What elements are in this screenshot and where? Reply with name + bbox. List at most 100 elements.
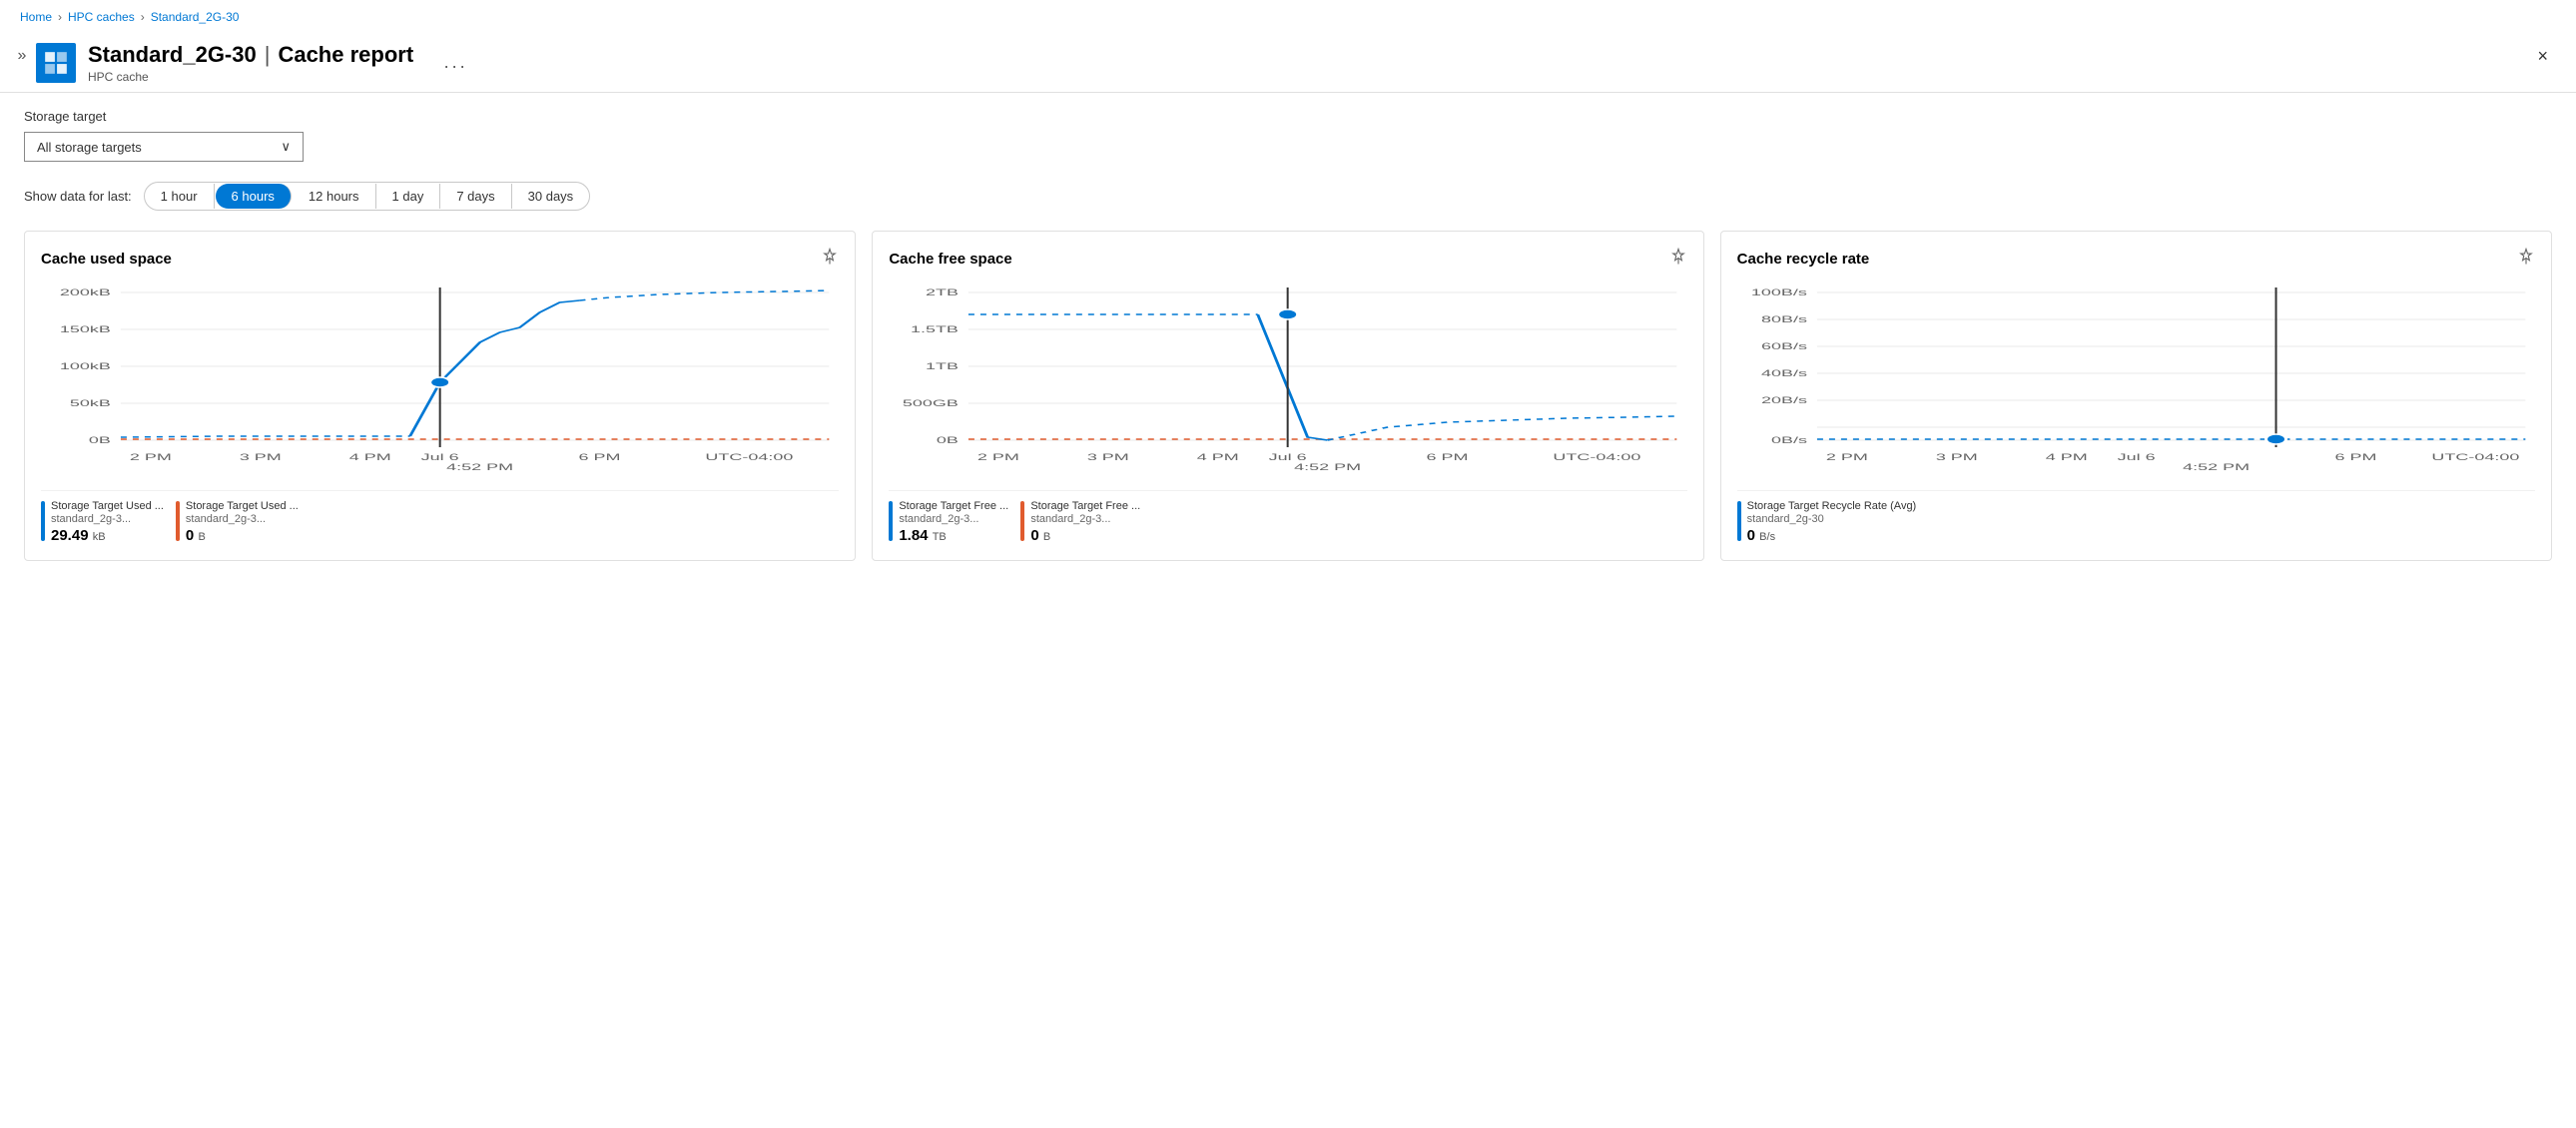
filter-section: Storage target All storage targets ∨ [24,109,2552,162]
legend-name-free-orange: Storage Target Free ... [1030,499,1140,513]
svg-text:60B/s: 60B/s [1761,341,1807,351]
chart-free-space-header: Cache free space [889,248,1686,271]
svg-text:0B: 0B [89,435,111,445]
header-left: Standard_2G-30 | Cache report HPC cache … [36,42,2529,84]
svg-text:3 PM: 3 PM [1087,452,1129,462]
svg-text:100kB: 100kB [60,361,111,371]
svg-text:3 PM: 3 PM [240,452,282,462]
svg-text:2 PM: 2 PM [130,452,172,462]
svg-text:6 PM: 6 PM [1427,452,1469,462]
legend-text-used-orange: Storage Target Used ... standard_2g-3...… [186,499,299,544]
legend-text-free-orange: Storage Target Free ... standard_2g-3...… [1030,499,1140,544]
svg-text:100B/s: 100B/s [1751,287,1807,297]
svg-text:200kB: 200kB [60,287,111,297]
pin-icon-free[interactable] [1669,248,1687,271]
svg-text:40B/s: 40B/s [1761,368,1807,378]
legend-item-free-blue: Storage Target Free ... standard_2g-3...… [889,499,1008,544]
breadcrumb-sep1: › [58,10,62,24]
legend-value-recycle: 0 B/s [1747,527,1917,544]
legend-item-recycle-blue: Storage Target Recycle Rate (Avg) standa… [1737,499,1917,544]
chart-recycle-rate-title: Cache recycle rate [1737,251,1870,268]
breadcrumb-hpc[interactable]: HPC caches [68,10,135,24]
legend-name-free-blue: Storage Target Free ... [899,499,1008,513]
chevron-down-icon: ∨ [281,139,291,155]
breadcrumb-sep2: › [141,10,145,24]
pin-icon-recycle[interactable] [2517,248,2535,271]
legend-text-used-blue: Storage Target Used ... standard_2g-3...… [51,499,164,544]
page-header: » Standard_2G-30 | Cache report HPC cach… [0,34,2576,93]
breadcrumb-current[interactable]: Standard_2G-30 [151,10,240,24]
breadcrumb: Home › HPC caches › Standard_2G-30 [0,0,2576,34]
svg-text:1TB: 1TB [926,361,959,371]
time-option-30days[interactable]: 30 days [512,184,590,209]
chart-free-space-title: Cache free space [889,251,1011,268]
legend-name: Storage Target Used ... [51,499,164,513]
legend-text-recycle-blue: Storage Target Recycle Rate (Avg) standa… [1747,499,1917,544]
time-option-6hours[interactable]: 6 hours [216,184,292,209]
svg-text:Jul 6: Jul 6 [2117,452,2155,462]
breadcrumb-home[interactable]: Home [20,10,52,24]
charts-grid: Cache used space 200kB [24,231,2552,561]
more-button[interactable]: ··· [437,54,473,79]
chart-recycle-rate-area: 100B/s 80B/s 60B/s 40B/s 20B/s 0B/s 2 PM… [1737,282,2535,482]
svg-text:0B/s: 0B/s [1771,435,1807,445]
filter-label: Storage target [24,109,2552,124]
svg-text:6 PM: 6 PM [2334,452,2376,462]
chart-recycle-rate-header: Cache recycle rate [1737,248,2535,271]
page-icon [36,43,76,83]
chart-used-space-title: Cache used space [41,251,172,268]
svg-text:Jul 6: Jul 6 [421,452,459,462]
legend-value-free-blue: 1.84 TB [899,527,1008,544]
svg-text:2 PM: 2 PM [977,452,1019,462]
svg-text:4:52 PM: 4:52 PM [2183,462,2250,472]
page-type: HPC cache [88,70,413,84]
page-subtitle-page: Cache report [278,42,413,68]
time-filter-label: Show data for last: [24,189,132,204]
svg-text:4 PM: 4 PM [349,452,391,462]
legend-item-used-orange: Storage Target Used ... standard_2g-3...… [176,499,299,544]
collapse-button[interactable]: » [8,42,36,70]
svg-text:2TB: 2TB [926,287,959,297]
chart-used-space-header: Cache used space [41,248,839,271]
close-button[interactable]: × [2529,42,2556,71]
storage-target-dropdown[interactable]: All storage targets ∨ [24,132,304,162]
title-area: Standard_2G-30 | Cache report HPC cache [88,42,413,84]
svg-text:UTC-04:00: UTC-04:00 [1554,452,1641,462]
svg-text:3 PM: 3 PM [1935,452,1977,462]
time-option-1day[interactable]: 1 day [376,184,441,209]
svg-text:4 PM: 4 PM [1197,452,1239,462]
legend-name-recycle: Storage Target Recycle Rate (Avg) [1747,499,1917,513]
legend-bar-blue [41,501,45,541]
legend-item-free-orange: Storage Target Free ... standard_2g-3...… [1020,499,1140,544]
time-options-group: 1 hour 6 hours 12 hours 1 day 7 days 30 … [144,182,591,211]
svg-text:Jul 6: Jul 6 [1269,452,1307,462]
page-title: Standard_2G-30 [88,42,257,68]
title-separator: | [265,42,271,68]
legend-item-used-blue: Storage Target Used ... standard_2g-3...… [41,499,164,544]
svg-text:20B/s: 20B/s [1761,395,1807,405]
chart-used-space: Cache used space 200kB [24,231,856,561]
time-option-1hour[interactable]: 1 hour [145,184,215,209]
time-option-12hours[interactable]: 12 hours [293,184,376,209]
legend-bar-free-blue [889,501,893,541]
legend-sub-free-orange: standard_2g-3... [1030,513,1140,525]
pin-icon-used[interactable] [821,248,839,271]
legend-text-free-blue: Storage Target Free ... standard_2g-3...… [899,499,1008,544]
dropdown-value: All storage targets [37,140,142,155]
chart-used-space-area: 200kB 150kB 100kB 50kB 0B [41,282,839,482]
legend-bar-recycle-blue [1737,501,1741,541]
legend-sub-recycle: standard_2g-30 [1747,513,1917,525]
chart-free-space: Cache free space 2TB [872,231,1703,561]
svg-text:150kB: 150kB [60,324,111,334]
time-option-7days[interactable]: 7 days [440,184,511,209]
chart-free-space-area: 2TB 1.5TB 1TB 500GB 0B [889,282,1686,482]
svg-text:4 PM: 4 PM [2045,452,2087,462]
legend-value-used-blue: 29.49 kB [51,527,164,544]
legend-value-free-orange: 0 B [1030,527,1140,544]
main-content: Storage target All storage targets ∨ Sho… [0,93,2576,577]
legend-value-used-orange: 0 B [186,527,299,544]
legend-sub-free-blue: standard_2g-3... [899,513,1008,525]
svg-text:UTC-04:00: UTC-04:00 [705,452,793,462]
legend-sub-2: standard_2g-3... [186,513,299,525]
legend-bar-free-orange [1020,501,1024,541]
